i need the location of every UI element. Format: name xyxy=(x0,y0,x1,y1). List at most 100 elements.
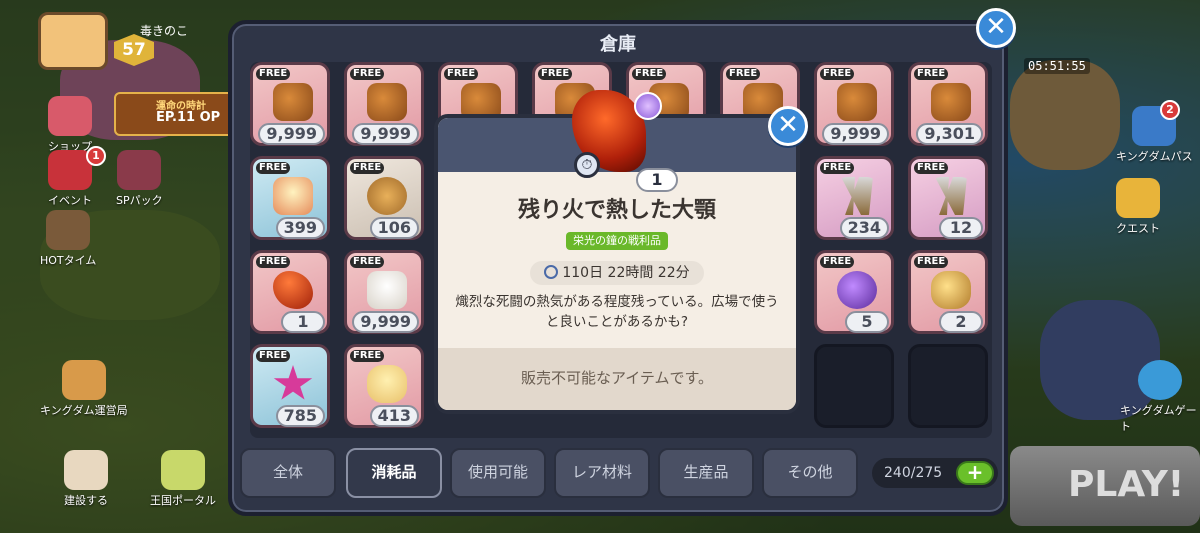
inventory-slot[interactable]: FREE 106 xyxy=(344,156,424,240)
free-badge: FREE xyxy=(350,68,385,80)
tab-usable[interactable]: 使用可能 xyxy=(450,448,546,498)
inventory-slot[interactable]: FREE 9,301 xyxy=(908,62,988,146)
player-avatar[interactable] xyxy=(38,12,108,70)
menu-sp-pack[interactable]: SPパック xyxy=(116,150,163,208)
sp-pack-icon xyxy=(117,150,162,190)
kingdom-office-icon xyxy=(61,360,106,400)
item-count-badge: 234 xyxy=(839,217,889,239)
menu-label: イベント xyxy=(48,194,92,207)
event-badge: 1 xyxy=(86,146,106,166)
capacity-display: 240/275 + xyxy=(872,458,998,488)
free-badge: FREE xyxy=(914,68,949,80)
item-count-badge: 1 xyxy=(281,311,325,333)
menu-kingdom-pass[interactable]: キングダムパス xyxy=(1116,106,1193,164)
gold-item-icon xyxy=(931,271,971,309)
shop-icon xyxy=(48,96,92,136)
inventory-slot[interactable]: FREE 2 xyxy=(908,250,988,334)
kingdom-pass-badge: 2 xyxy=(1160,100,1180,120)
empty-slot xyxy=(814,344,894,428)
item-count-badge: 785 xyxy=(275,405,325,427)
tab-consumables[interactable]: 消耗品 xyxy=(346,448,442,498)
inventory-slot[interactable]: FREE 9,999 xyxy=(250,62,330,146)
inventory-slot[interactable]: FREE 9,999 xyxy=(814,62,894,146)
tab-products[interactable]: 生産品 xyxy=(658,448,754,498)
menu-shop[interactable]: ショップ xyxy=(48,96,92,154)
inventory-slot[interactable]: FREE 399 xyxy=(250,156,330,240)
menu-kingdom-portal[interactable]: 王国ポータル xyxy=(150,450,216,508)
item-count-badge: 9,999 xyxy=(822,123,889,145)
menu-kingdom-gate[interactable]: キングダムゲート xyxy=(1120,360,1200,434)
popup-close-button[interactable]: ✕ xyxy=(768,106,808,146)
menu-label: HOTタイム xyxy=(40,254,97,267)
quest-icon xyxy=(1116,178,1160,218)
episode-title: 運命の時計 xyxy=(156,101,206,112)
item-category-tag: 栄光の鐘の戦利品 xyxy=(566,232,668,250)
menu-label: 王国ポータル xyxy=(150,494,216,507)
inventory-slot[interactable]: FREE 9,999 xyxy=(344,250,424,334)
free-badge: FREE xyxy=(350,162,385,174)
free-badge: FREE xyxy=(820,68,855,80)
menu-label: キングダムゲート xyxy=(1120,404,1197,433)
tab-others[interactable]: その他 xyxy=(762,448,858,498)
inventory-slot[interactable]: FREE 785 xyxy=(250,344,330,428)
claw-item-icon xyxy=(841,177,873,215)
clock-icon: ⏱ xyxy=(574,152,600,178)
storage-close-button[interactable]: ✕ xyxy=(976,8,1016,48)
choco-item-icon xyxy=(273,83,313,121)
tab-all[interactable]: 全体 xyxy=(240,448,336,498)
play-button[interactable]: PLAY! xyxy=(1010,446,1200,526)
free-badge: FREE xyxy=(914,256,949,268)
item-count-badge: 9,301 xyxy=(916,123,983,145)
menu-label: クエスト xyxy=(1116,222,1160,235)
menu-label: SPパック xyxy=(116,194,163,207)
menu-kingdom-office[interactable]: キングダム運営局 xyxy=(40,360,128,418)
free-badge: FREE xyxy=(820,162,855,174)
item-count-badge: 399 xyxy=(275,217,325,239)
jaw-item-icon xyxy=(273,271,313,309)
popup-footer: 販売不可能なアイテムです。 xyxy=(438,348,796,410)
free-badge: FREE xyxy=(256,162,291,174)
expand-capacity-button[interactable]: + xyxy=(956,461,994,485)
kingdom-portal-icon xyxy=(161,450,205,490)
free-badge: FREE xyxy=(256,68,291,80)
menu-hot-time[interactable]: HOTタイム xyxy=(40,210,96,268)
choco-item-icon xyxy=(367,83,407,121)
episode-label: EP.11 OP xyxy=(156,110,221,125)
pop-item-icon xyxy=(367,365,407,403)
build-icon xyxy=(64,450,108,490)
inventory-slot[interactable]: FREE 1 xyxy=(250,250,330,334)
star-item-icon xyxy=(273,365,313,400)
free-badge: FREE xyxy=(538,68,573,80)
item-count-badge: 9,999 xyxy=(258,123,325,145)
item-count-badge: 9,999 xyxy=(352,123,419,145)
player-name: 毒きのこ xyxy=(140,24,189,38)
item-count-badge: 12 xyxy=(939,217,983,239)
choco-item-icon xyxy=(837,83,877,121)
episode-banner[interactable]: 運命の時計 EP.11 OP xyxy=(114,92,234,136)
item-name: 残り火で熱した大顎 xyxy=(517,198,716,223)
inventory-slot[interactable]: FREE 12 xyxy=(908,156,988,240)
free-badge: FREE xyxy=(914,162,949,174)
item-count-badge: 5 xyxy=(845,311,889,333)
cake-item-icon xyxy=(273,177,313,215)
capacity-text: 240/275 xyxy=(884,465,943,481)
inventory-slot[interactable]: FREE 413 xyxy=(344,344,424,428)
inventory-slot[interactable]: FREE 5 xyxy=(814,250,894,334)
free-badge: FREE xyxy=(256,350,291,362)
inventory-slot[interactable]: FREE 9,999 xyxy=(344,62,424,146)
menu-label: 建設する xyxy=(64,494,108,507)
item-count-badge: 106 xyxy=(369,217,419,239)
sugar-item-icon xyxy=(367,271,407,309)
free-badge: FREE xyxy=(820,256,855,268)
remaining-time: 110日 22時間 22分 xyxy=(530,261,704,285)
free-badge: FREE xyxy=(350,350,385,362)
menu-quest[interactable]: クエスト xyxy=(1116,178,1160,236)
remaining-time-text: 110日 22時間 22分 xyxy=(562,265,690,281)
empty-slot xyxy=(908,344,988,428)
free-badge: FREE xyxy=(726,68,761,80)
tab-rare-materials[interactable]: レア材料 xyxy=(554,448,650,498)
cookie-item-icon xyxy=(367,177,407,215)
inventory-slot[interactable]: FREE 234 xyxy=(814,156,894,240)
menu-build[interactable]: 建設する xyxy=(64,450,108,508)
gem-item-icon xyxy=(837,271,877,309)
